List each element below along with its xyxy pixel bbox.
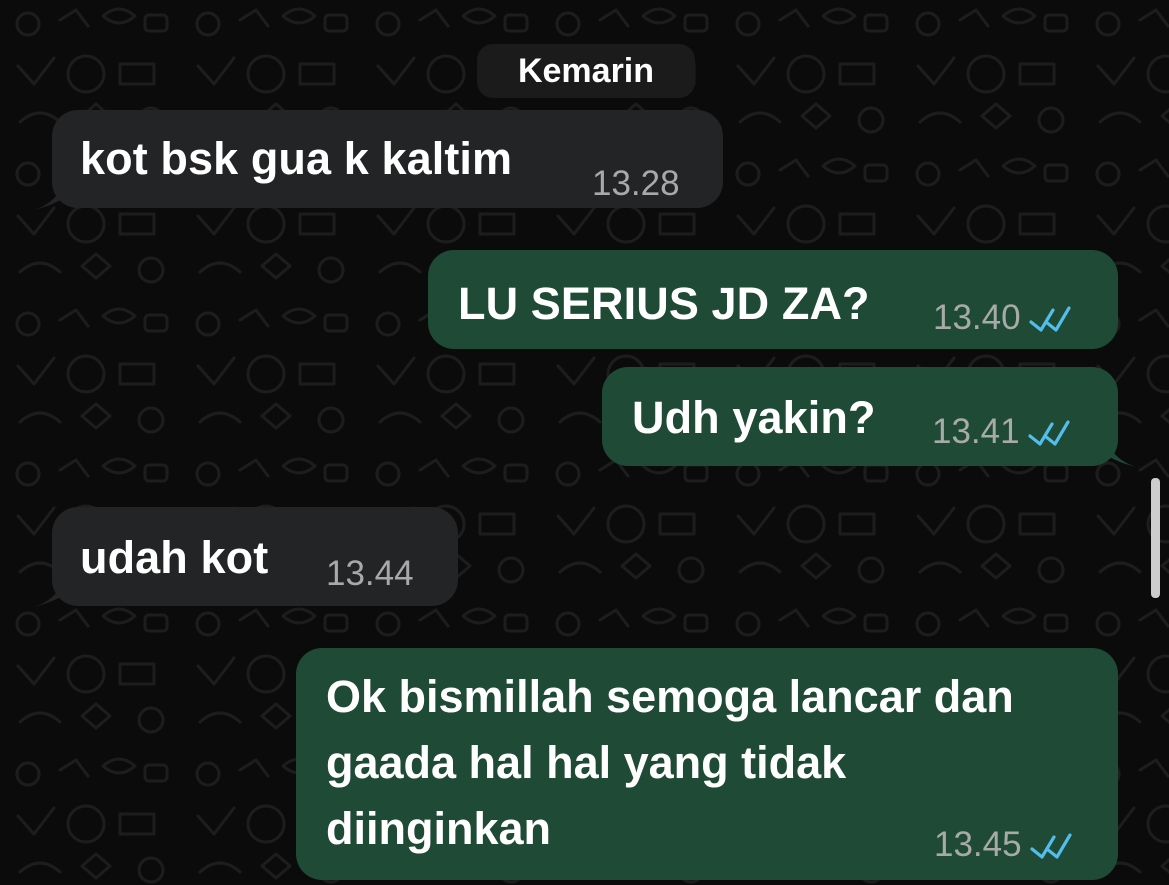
bubble-tail-icon [1102, 433, 1136, 467]
message-text: udah kot [80, 532, 269, 583]
message-time: 13.44 [326, 554, 414, 593]
message-time: 13.45 [934, 825, 1022, 864]
message-text-line: Ok bismillah semoga lancar dan [326, 671, 1014, 722]
message-meta: 13.41 [932, 414, 1072, 449]
incoming-message-bubble[interactable]: kot bsk gua k kaltim 13.28 [34, 110, 723, 210]
outgoing-message-bubble[interactable]: LU SERIUS JD ZA? 13.40 [428, 250, 1118, 349]
bubble-tail-icon [34, 176, 68, 210]
message-time: 13.28 [592, 164, 680, 203]
bubble-tail-icon [34, 573, 68, 607]
message-meta: 13.40 [933, 300, 1073, 335]
message-text: kot bsk gua k kaltim [80, 133, 513, 184]
message-meta: 13.45 [934, 827, 1074, 862]
double-check-icon [1028, 305, 1071, 332]
message-meta: 13.44 [326, 556, 414, 591]
message-text-line: gaada hal hal yang tidak [326, 737, 847, 788]
outgoing-message-bubble[interactable]: Udh yakin? 13.41 [602, 367, 1136, 467]
date-separator: Kemarin [477, 44, 695, 98]
message-text-line: diinginkan [326, 803, 551, 854]
message-text-multiline: Ok bismillah semoga lancar dan gaada hal… [326, 664, 1014, 862]
double-check-icon [1029, 832, 1072, 859]
double-check-icon [1027, 419, 1070, 446]
incoming-message-bubble[interactable]: udah kot 13.44 [34, 507, 458, 607]
message-text: Udh yakin? [632, 392, 876, 443]
message-text: LU SERIUS JD ZA? [458, 278, 870, 329]
chat-thread[interactable]: Kemarin kot bsk gua k kaltim 13.28 LU SE… [0, 0, 1169, 885]
chat-scrollbar[interactable] [1151, 478, 1160, 598]
message-time: 13.40 [933, 298, 1021, 337]
outgoing-message-bubble[interactable]: Ok bismillah semoga lancar dan gaada hal… [296, 648, 1118, 880]
message-meta: 13.28 [592, 166, 680, 201]
message-time: 13.41 [932, 412, 1020, 451]
